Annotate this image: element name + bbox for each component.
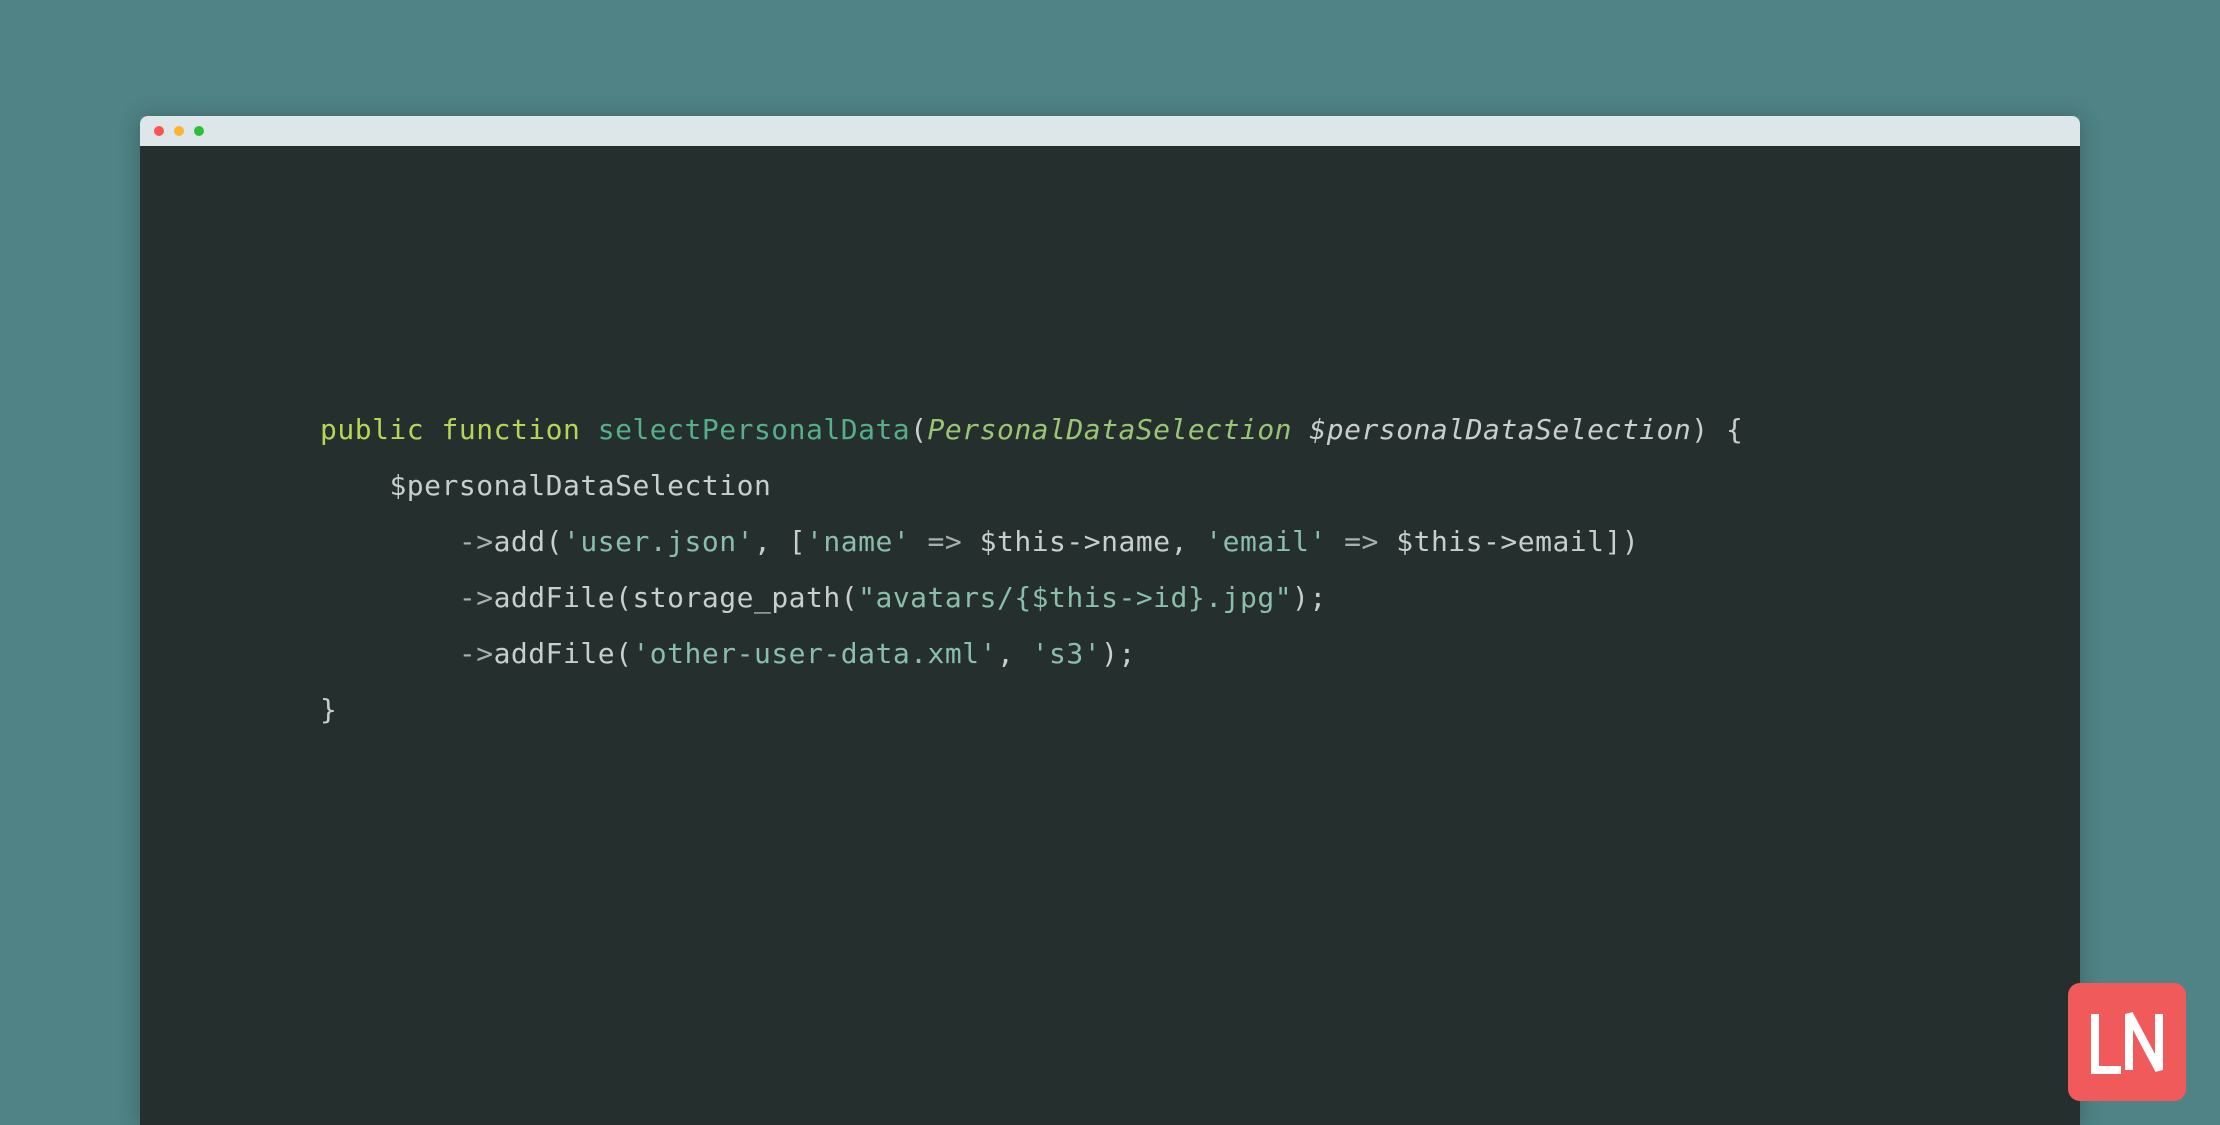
- string-literal: 's3': [1032, 637, 1101, 670]
- method-call: add: [494, 525, 546, 558]
- brace: }: [320, 693, 337, 726]
- paren: ): [1691, 413, 1708, 446]
- arrow-op: ->: [459, 637, 494, 670]
- arrow-op: ->: [459, 525, 494, 558]
- type-hint: PersonalDataSelection: [928, 413, 1293, 446]
- string-literal: 'other-user-data.xml': [632, 637, 997, 670]
- logo-badge: [2068, 983, 2186, 1101]
- method-call: addFile: [494, 637, 616, 670]
- fn-call: storage_path: [632, 581, 840, 614]
- expr: $this->email: [1396, 525, 1604, 558]
- maximize-icon[interactable]: [194, 126, 204, 136]
- close-icon[interactable]: [154, 126, 164, 136]
- string-literal: 'name': [806, 525, 910, 558]
- expr: $this->name: [980, 525, 1171, 558]
- window-titlebar: [140, 116, 2080, 146]
- editor-window: public function selectPersonalData(Perso…: [140, 116, 2080, 1125]
- method-call: addFile: [494, 581, 616, 614]
- arrow-op: ->: [459, 581, 494, 614]
- brace: {: [1709, 413, 1744, 446]
- keyword: public: [320, 413, 424, 446]
- variable: $personalDataSelection: [1309, 413, 1691, 446]
- variable: $personalDataSelection: [389, 469, 771, 502]
- string-literal: 'user.json': [563, 525, 754, 558]
- code-editor: public function selectPersonalData(Perso…: [140, 146, 2080, 1125]
- paren: (: [910, 413, 927, 446]
- ln-logo-icon: [2087, 1002, 2167, 1082]
- string-literal: 'email': [1205, 525, 1327, 558]
- minimize-icon[interactable]: [174, 126, 184, 136]
- keyword: function: [442, 413, 581, 446]
- string-literal: "avatars/{$this->id}.jpg": [858, 581, 1292, 614]
- function-name: selectPersonalData: [598, 413, 910, 446]
